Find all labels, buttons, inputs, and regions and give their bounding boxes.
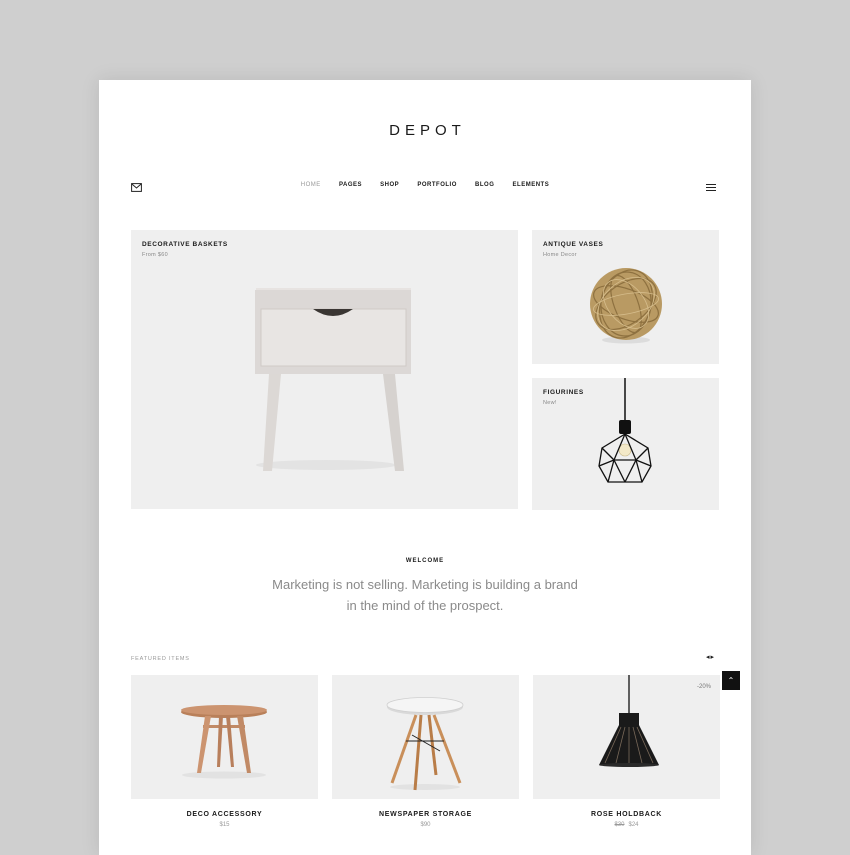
product-price: $15 xyxy=(131,822,318,828)
hamburger-menu-icon[interactable] xyxy=(706,183,716,192)
product-current-price: $90 xyxy=(420,822,431,828)
site: DEPOT HOME PAGES SHOP PORTFOLIO BLOG ELE… xyxy=(99,80,751,855)
discount-badge: -20% xyxy=(696,684,711,690)
hero-tile-title: Decorative Baskets xyxy=(142,241,228,248)
bistro-table-image xyxy=(386,697,464,791)
nav-home[interactable]: HOME xyxy=(301,182,321,188)
nav-portfolio[interactable]: PORTFOLIO xyxy=(417,182,457,188)
product-name[interactable]: DECO ACCESSORY xyxy=(131,811,318,818)
main-nav: HOME PAGES SHOP PORTFOLIO BLOG ELEMENTS xyxy=(99,182,751,188)
hero-tile-decorative-baskets[interactable]: Decorative Baskets From $60 xyxy=(131,230,518,509)
welcome-label: WELCOME xyxy=(405,558,445,564)
quote-line-1: Marketing is not selling. Marketing is b… xyxy=(272,577,578,592)
product-card-image[interactable] xyxy=(332,675,519,799)
nav-shop[interactable]: SHOP xyxy=(380,182,399,188)
product-current-price: $15 xyxy=(219,822,230,828)
product-card-image[interactable]: -20% xyxy=(533,675,720,799)
site-logo[interactable]: DEPOT xyxy=(99,122,751,139)
nav-pages[interactable]: PAGES xyxy=(339,182,362,188)
product-old-price: $30 xyxy=(614,822,625,828)
next-arrow-icon[interactable]: ▸ xyxy=(711,654,716,661)
nav-blog[interactable]: BLOG xyxy=(475,182,494,188)
product-current-price: $24 xyxy=(628,822,639,828)
product-name[interactable]: ROSE HOLDBACK xyxy=(533,811,720,818)
side-tile-title: Antique Vases xyxy=(543,241,604,248)
hero-tile-subtitle: From $60 xyxy=(142,252,168,258)
hero-tile-figurines[interactable]: Figurines New! xyxy=(532,378,719,510)
product-card-image[interactable] xyxy=(131,675,318,799)
product-price: $90 xyxy=(332,822,519,828)
nav-elements[interactable]: ELEMENTS xyxy=(513,182,550,188)
product-name[interactable]: NEWSPAPER STORAGE xyxy=(332,811,519,818)
side-tile-subtitle: New! xyxy=(543,400,557,406)
nightstand-image xyxy=(255,288,411,471)
round-table-image xyxy=(181,705,267,779)
pendant-lamp-image xyxy=(598,378,652,483)
hero-tile-antique-vases[interactable]: Antique Vases Home Decor xyxy=(532,230,719,364)
quote-line-2: in the mind of the prospect. xyxy=(346,598,504,613)
welcome-quote: Marketing is not selling. Marketing is b… xyxy=(219,574,631,616)
product-price: $30 $24 xyxy=(533,822,720,828)
side-tile-subtitle: Home Decor xyxy=(543,252,577,258)
pendant-shade-image xyxy=(599,675,659,767)
scroll-to-top-button[interactable]: ⌃ xyxy=(722,671,740,690)
side-tile-title: Figurines xyxy=(543,389,584,396)
twine-ball-image xyxy=(590,268,662,344)
carousel-arrows: ◂▸ xyxy=(706,653,715,661)
featured-items-label: FEATURED ITEMS xyxy=(131,656,190,662)
